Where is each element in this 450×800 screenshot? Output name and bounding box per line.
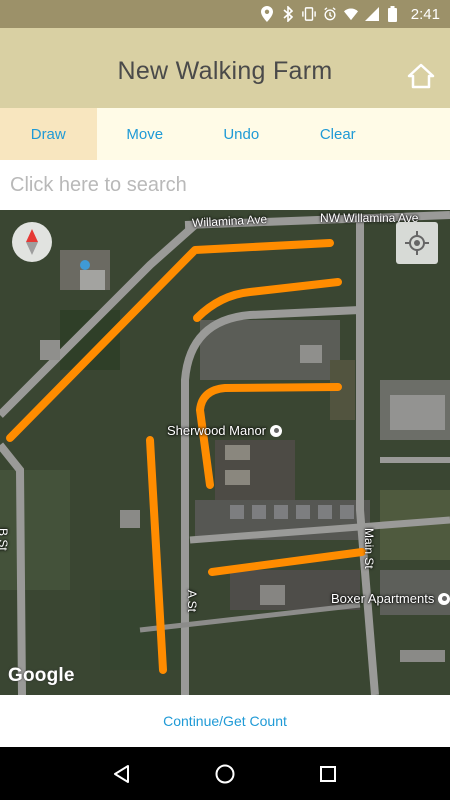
search-bar bbox=[0, 160, 450, 210]
vibrate-icon bbox=[301, 6, 316, 22]
home-icon bbox=[407, 63, 435, 89]
toolbar: Draw Move Undo Clear bbox=[0, 108, 450, 160]
undo-button[interactable]: Undo bbox=[193, 108, 290, 160]
recents-button[interactable] bbox=[308, 754, 348, 794]
poi-sherwood-manor[interactable]: Sherwood Manor bbox=[167, 423, 282, 438]
street-label: B St bbox=[0, 528, 10, 551]
compass-icon bbox=[26, 229, 38, 255]
compass-button[interactable] bbox=[12, 222, 52, 262]
poi-label: Sherwood Manor bbox=[167, 423, 266, 438]
clear-button[interactable]: Clear bbox=[290, 108, 387, 160]
map-view[interactable]: Willamina Ave NW Willamina Ave B St A St… bbox=[0, 210, 450, 695]
app-header: New Walking Farm bbox=[0, 28, 450, 108]
poi-boxer-apartments[interactable]: Boxer Apartments bbox=[331, 591, 450, 606]
wifi-icon bbox=[343, 6, 358, 22]
draw-button[interactable]: Draw bbox=[0, 108, 97, 160]
status-time: 2:41 bbox=[410, 5, 440, 23]
street-label: Main St bbox=[362, 528, 376, 569]
home-circle-icon bbox=[215, 764, 235, 783]
battery-icon bbox=[386, 6, 400, 22]
alarm-icon bbox=[323, 6, 337, 22]
back-button[interactable] bbox=[102, 754, 142, 794]
poi-label: Boxer Apartments bbox=[331, 591, 435, 606]
bluetooth-icon bbox=[281, 6, 295, 22]
location-icon bbox=[260, 6, 274, 22]
pin-icon bbox=[438, 592, 450, 605]
home-nav-button[interactable] bbox=[205, 754, 245, 794]
back-icon bbox=[113, 764, 129, 783]
move-button[interactable]: Move bbox=[97, 108, 194, 160]
satellite-map bbox=[0, 210, 450, 695]
google-logo: Google bbox=[8, 665, 75, 686]
home-button[interactable] bbox=[406, 62, 436, 90]
street-label: A St bbox=[185, 590, 199, 613]
signal-icon bbox=[364, 6, 379, 22]
my-location-button[interactable] bbox=[396, 222, 438, 264]
pin-icon bbox=[270, 424, 282, 437]
crosshair-icon bbox=[405, 231, 429, 255]
search-input[interactable] bbox=[10, 167, 430, 203]
page-title: New Walking Farm bbox=[117, 56, 333, 85]
recents-icon bbox=[320, 765, 337, 782]
navigation-bar bbox=[0, 747, 450, 800]
continue-button[interactable]: Continue/Get Count bbox=[0, 695, 450, 747]
status-bar: 2:41 bbox=[0, 0, 450, 28]
app-screen: 2:41 New Walking Farm Draw Move Undo Cle… bbox=[0, 0, 450, 800]
